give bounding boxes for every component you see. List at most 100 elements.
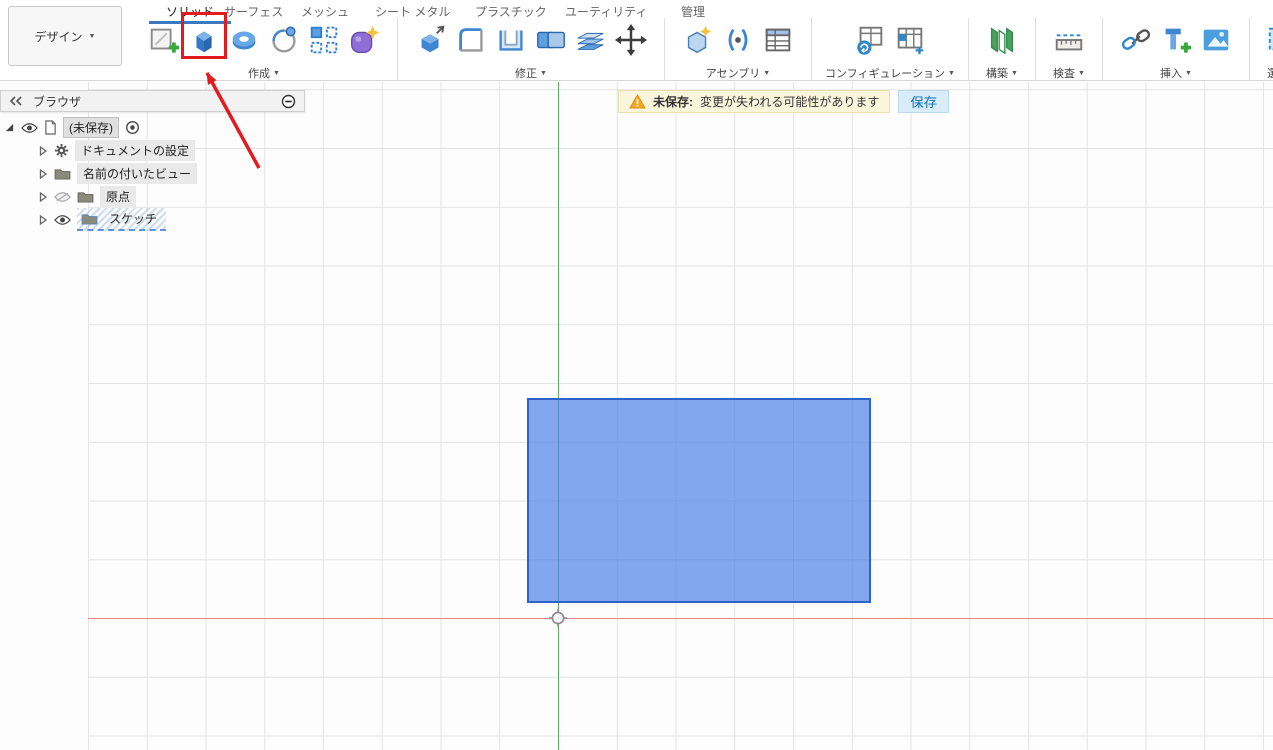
- browser-row-sketches[interactable]: スケッチ: [0, 208, 305, 231]
- visibility-eye-icon[interactable]: [54, 214, 71, 226]
- display-settings-icon[interactable]: [281, 94, 296, 109]
- panel-dropdown-inspect[interactable]: 検査 ▼: [1053, 65, 1085, 81]
- create-form-icon: [351, 25, 380, 53]
- panel-label: 選択: [1266, 68, 1273, 80]
- joint-button[interactable]: [718, 19, 758, 61]
- panel-dropdown-create[interactable]: 作成 ▼: [248, 65, 280, 81]
- measure-button[interactable]: [1049, 19, 1089, 61]
- fillet-icon: [459, 28, 483, 52]
- panel-dropdown-insert[interactable]: 挿入 ▼: [1160, 65, 1192, 81]
- tree-item-label[interactable]: スケッチ: [104, 209, 162, 228]
- panel-construct: 構築 ▼: [972, 18, 1032, 81]
- create-sketch-button[interactable]: [144, 19, 184, 61]
- tree-item-label[interactable]: 名前の付いたビュー: [77, 163, 198, 184]
- new-component-icon: [687, 25, 712, 54]
- fillet-button[interactable]: [451, 19, 491, 61]
- sketch-profile[interactable]: [527, 398, 871, 603]
- document-icon: [45, 120, 56, 135]
- visibility-off-icon[interactable]: [54, 191, 71, 203]
- x-axis: [88, 618, 1273, 619]
- browser-tree: (未保存) ドキュメントの設定 名前の付いたビュー 原点 スケッチ: [0, 116, 305, 231]
- browser-row-origin[interactable]: 原点: [0, 185, 305, 208]
- browser-row-document-settings[interactable]: ドキュメントの設定: [0, 139, 305, 162]
- panel-divider: [1248, 18, 1250, 80]
- tree-item-label[interactable]: ドキュメントの設定: [75, 140, 196, 161]
- collapsed-caret-icon[interactable]: [38, 168, 48, 179]
- combine-button[interactable]: [531, 19, 571, 61]
- move-button[interactable]: [611, 19, 651, 61]
- panel-dropdown-modify[interactable]: 修正 ▼: [515, 65, 547, 81]
- browser-row-document[interactable]: (未保存): [0, 116, 305, 139]
- chevron-down-icon: ▼: [1077, 69, 1085, 77]
- panel-label: コンフィギュレーション: [825, 68, 946, 80]
- warning-text: 変更が失われる可能性があります: [700, 95, 880, 109]
- activate-radio-icon[interactable]: [125, 120, 140, 135]
- panel-select: 選択 ▼: [1253, 18, 1273, 81]
- shell-icon: [499, 30, 523, 51]
- select-button[interactable]: [1263, 19, 1273, 61]
- chevron-down-icon: ▼: [948, 69, 955, 77]
- panel-modify: 修正 ▼: [401, 18, 661, 81]
- expanded-caret-icon[interactable]: [4, 122, 15, 133]
- construction-plane-button[interactable]: [982, 19, 1022, 61]
- document-name[interactable]: (未保存): [63, 117, 119, 138]
- configuration-button[interactable]: [850, 19, 890, 61]
- visibility-eye-icon[interactable]: [21, 122, 38, 134]
- workspace-label: デザイン: [34, 29, 83, 44]
- collapsed-caret-icon[interactable]: [38, 191, 48, 202]
- shell-button[interactable]: [491, 19, 531, 61]
- panel-label: 構築: [985, 68, 1008, 80]
- panel-label: 検査: [1052, 68, 1075, 80]
- insert-derive-button[interactable]: [1116, 19, 1156, 61]
- toolbar-panels: 作成 ▼ 修正 ▼ アセンブリ ▼ コンフィギュレーション ▼ 構築 ▼ 検査 …: [134, 18, 1273, 81]
- gear-icon: [54, 143, 69, 158]
- revolve-icon: [232, 31, 256, 50]
- offset-face-button[interactable]: [571, 19, 611, 61]
- configuration-icon: [857, 26, 883, 55]
- insert-canvas-button[interactable]: [1196, 19, 1236, 61]
- rectangular-pattern-button[interactable]: [304, 19, 344, 61]
- create-sketch-icon: [150, 28, 180, 53]
- chevron-down-icon: ▼: [1010, 69, 1018, 77]
- chevron-down-icon: ▼: [540, 69, 547, 77]
- press-pull-button[interactable]: [411, 19, 451, 61]
- warning-message: 未保存: 変更が失われる可能性があります: [618, 90, 891, 113]
- configuration-table-button[interactable]: [890, 19, 930, 61]
- browser-title: ブラウザ: [33, 94, 82, 109]
- new-component-button[interactable]: [678, 19, 718, 61]
- panel-divider: [1034, 18, 1036, 80]
- rectangular-pattern-icon: [310, 26, 338, 54]
- revolve-button[interactable]: [224, 19, 264, 61]
- insert-fastener-button[interactable]: [1156, 19, 1196, 61]
- bom-button[interactable]: [758, 19, 798, 61]
- panel-label: 作成: [248, 68, 271, 80]
- browser-panel: ブラウザ (未保存) ドキュメントの設定 名前の付いたビュー 原点 スケッチ: [0, 90, 305, 231]
- unsaved-warning-bar: 未保存: 変更が失われる可能性があります 保存: [618, 90, 950, 113]
- tree-item-label[interactable]: 原点: [100, 186, 137, 207]
- chevron-down-icon: ▼: [763, 69, 771, 77]
- panel-divider: [811, 18, 812, 80]
- collapsed-caret-icon[interactable]: [38, 145, 48, 156]
- collapse-browser-icon[interactable]: [9, 96, 23, 106]
- browser-row-named-views[interactable]: 名前の付いたビュー: [0, 162, 305, 185]
- sweep-button[interactable]: [264, 19, 304, 61]
- extrude-icon: [196, 31, 212, 53]
- offset-face-icon: [577, 32, 604, 50]
- origin-marker[interactable]: [549, 609, 567, 627]
- collapsed-caret-icon[interactable]: [38, 214, 48, 225]
- workspace-switcher[interactable]: デザイン ▼: [8, 6, 122, 66]
- save-button[interactable]: 保存: [898, 90, 950, 113]
- browser-header: ブラウザ: [0, 90, 305, 112]
- panel-dropdown-select[interactable]: 選択 ▼: [1267, 65, 1273, 81]
- move-icon: [614, 23, 648, 57]
- panel-dropdown-configuration[interactable]: コンフィギュレーション ▼: [825, 65, 955, 81]
- panel-dropdown-construct[interactable]: 構築 ▼: [986, 65, 1018, 81]
- panel-dropdown-assemble[interactable]: アセンブリ ▼: [706, 65, 770, 81]
- link-icon: [1121, 29, 1151, 50]
- extrude-button[interactable]: [184, 19, 224, 61]
- panel-divider: [1101, 18, 1103, 80]
- select-cursor-icon: [1268, 27, 1273, 51]
- fastener-icon: [1165, 28, 1192, 53]
- folder-icon: [54, 169, 71, 180]
- create-form-button[interactable]: [344, 19, 384, 61]
